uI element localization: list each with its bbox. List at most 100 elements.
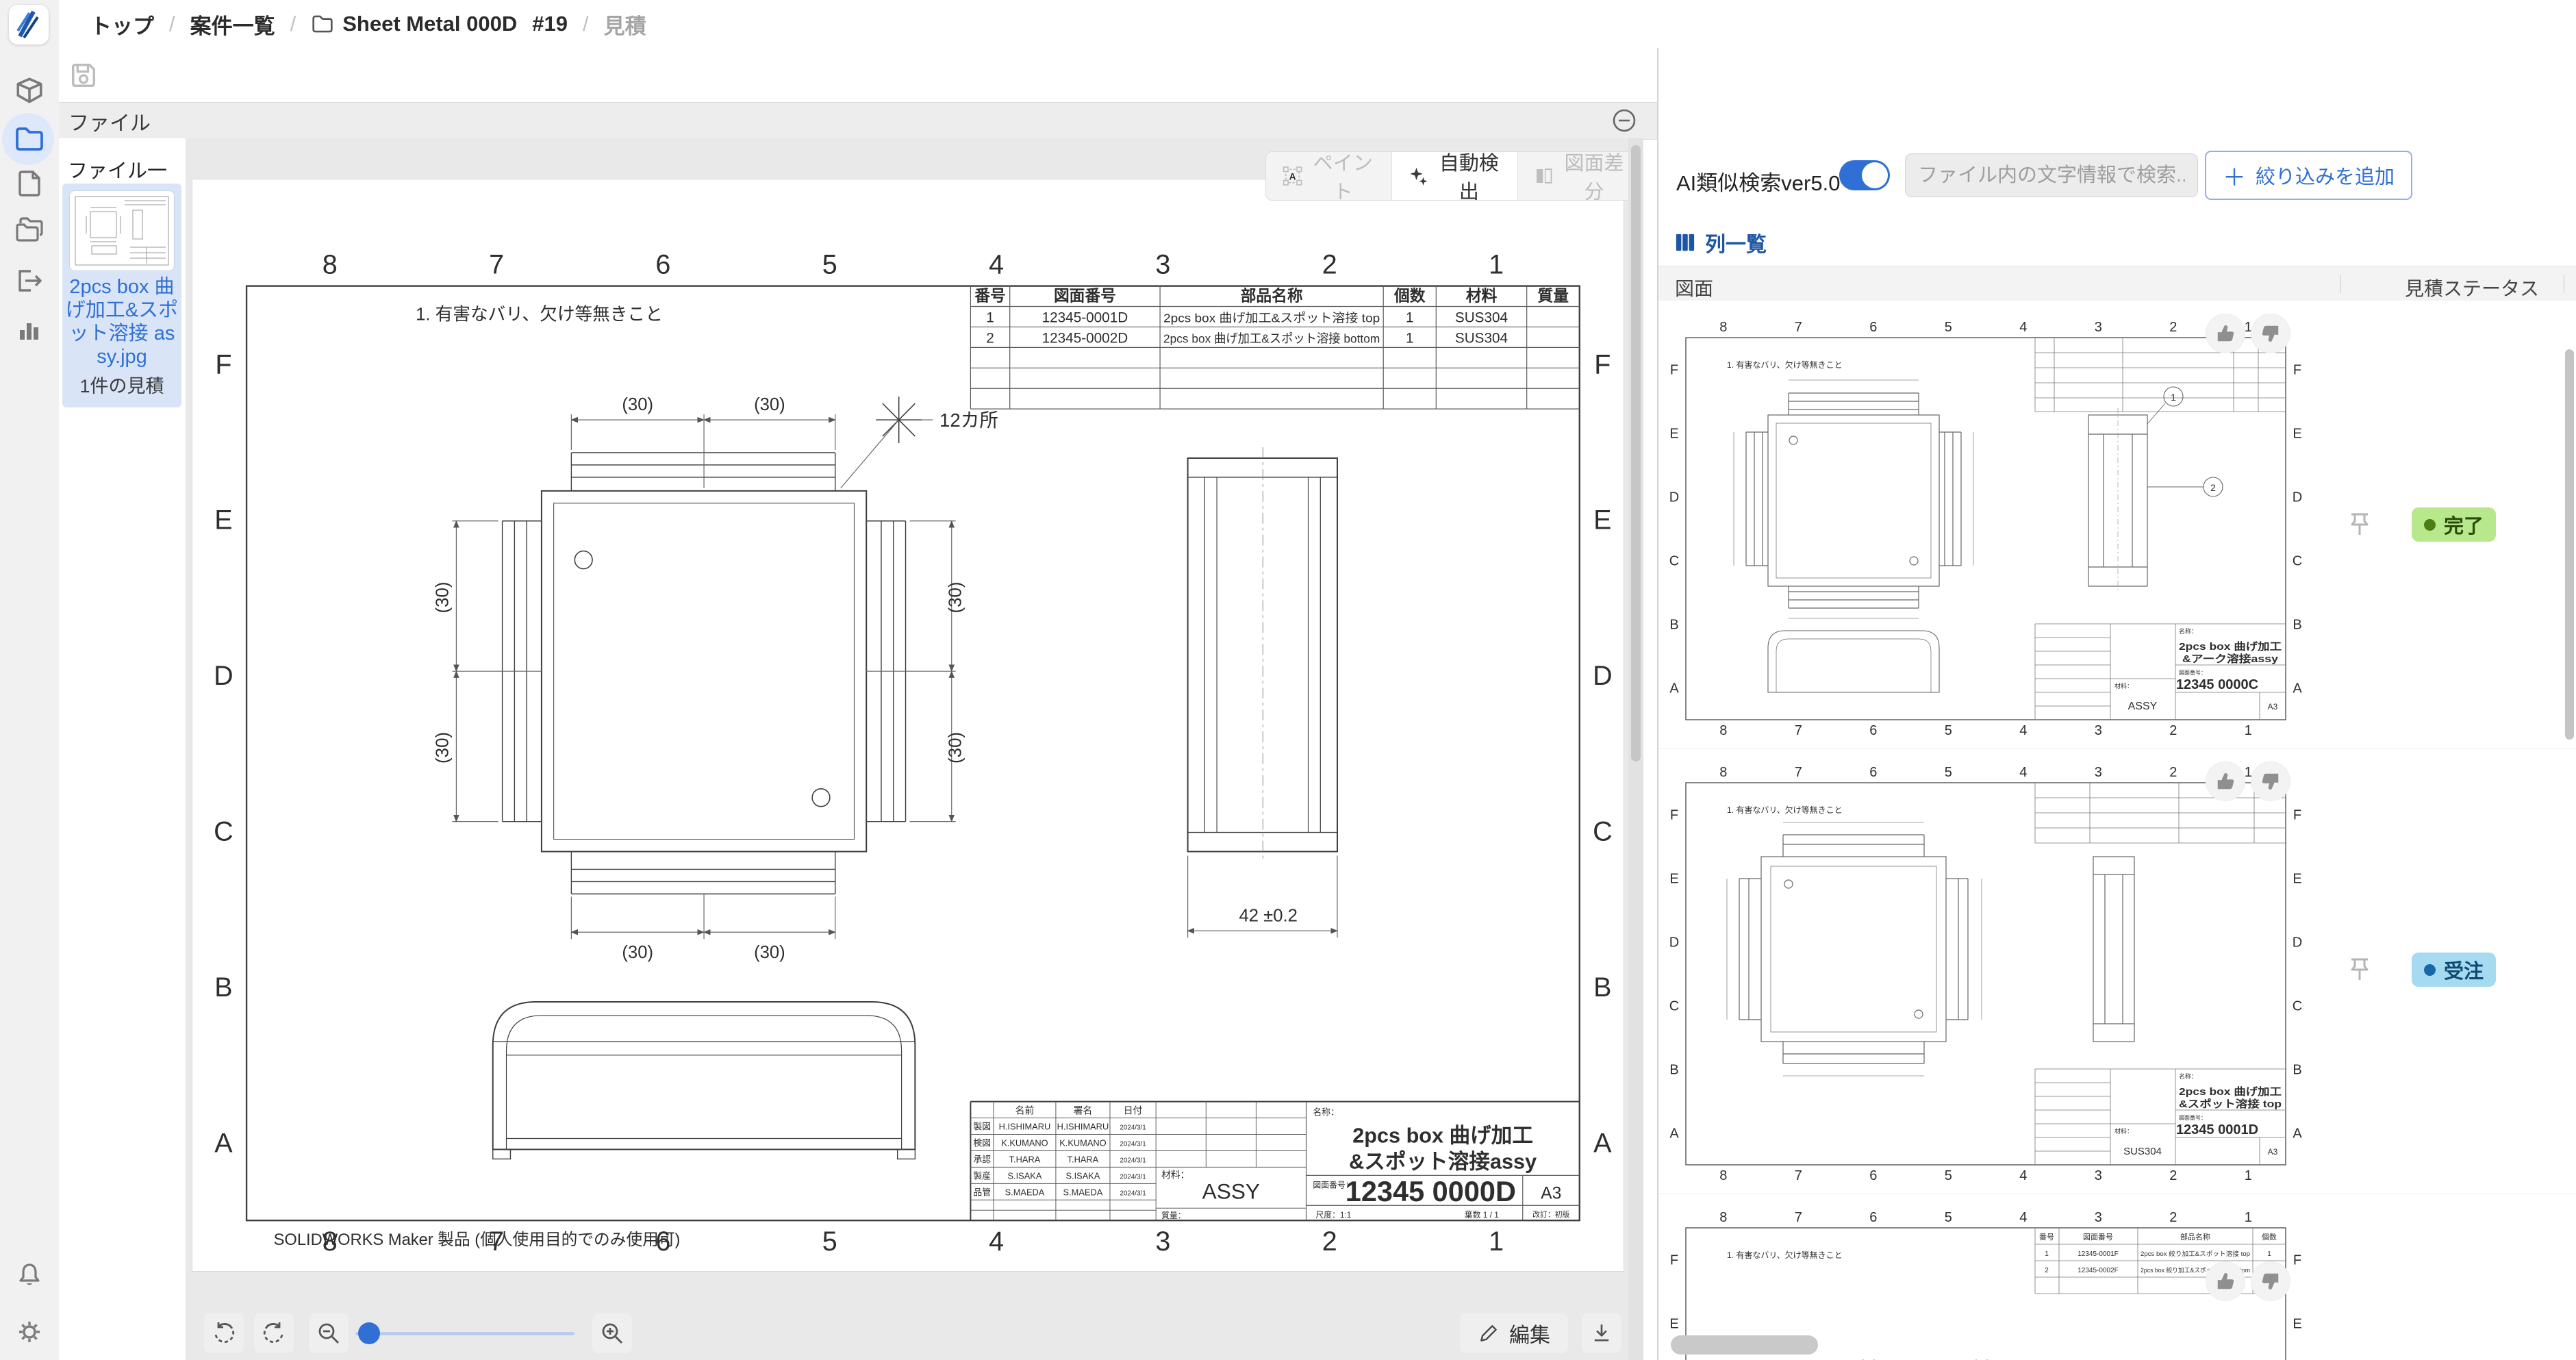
svg-text:A: A	[1593, 1128, 1612, 1158]
svg-text:個数: 個数	[1393, 286, 1426, 304]
svg-text:H.ISHIMARU: H.ISHIMARU	[1057, 1121, 1109, 1131]
file-card-selected[interactable]: 2pcs box 曲げ加工&スポット溶接 assy.jpg 1件の見積	[62, 184, 181, 407]
zoom-slider[interactable]	[355, 1313, 574, 1353]
svg-text:A: A	[214, 1128, 233, 1158]
balloon-callouts: 1 2	[2147, 387, 2223, 496]
svg-text:部品名称: 部品名称	[2180, 1232, 2210, 1242]
result-drawing-thumbnail[interactable]: 8877665544332211FFEEDDCCBBAA 1. 有害なバリ、欠け…	[1665, 754, 2306, 1189]
svg-text:1: 1	[2245, 1168, 2252, 1183]
svg-text:F: F	[1670, 1253, 1678, 1268]
result-drawing-thumbnail[interactable]: 8877665544332211FFEEDDCCBBAA 1. 有害なバリ、欠け…	[1665, 309, 2306, 744]
thumbs-down-button[interactable]	[2251, 1262, 2290, 1300]
thumbs-up-button[interactable]	[2206, 314, 2245, 353]
svg-text:2pcs box 曲げ加工&スポット溶接 bottom: 2pcs box 曲げ加工&スポット溶接 bottom	[1163, 331, 1380, 345]
results-horizontal-scrollbar[interactable]	[1671, 1335, 1818, 1355]
collapse-file-panel-button[interactable]	[1611, 107, 1638, 134]
svg-text:A3: A3	[2268, 702, 2278, 712]
thumbs-down-button[interactable]	[2251, 314, 2290, 353]
thumbs-up-button[interactable]	[2206, 762, 2245, 801]
sidebar-item-documents[interactable]	[11, 165, 48, 202]
settings-button[interactable]	[11, 1313, 48, 1350]
add-filter-button[interactable]: ＋ 絞り込みを追加	[2205, 151, 2412, 200]
drawing-diff-tool-button[interactable]: 図面差分	[1518, 152, 1643, 200]
zoom-slider-thumb[interactable]	[358, 1322, 380, 1344]
zoom-slider-track[interactable]	[355, 1332, 574, 1335]
svg-text:F: F	[1670, 363, 1678, 378]
auto-detect-tool-button[interactable]: 自動検出	[1391, 152, 1518, 200]
result-row[interactable]: 8877665544332211FFEEDDCCBBAA 1. 有害なバリ、欠け…	[1658, 303, 2576, 749]
status-badge: 受注	[2412, 953, 2496, 987]
solidworks-footnote: SOLIDWORKS Maker 製品 (個人使用目的でのみ使用可)	[274, 1231, 681, 1249]
svg-text:2024/3/1: 2024/3/1	[1120, 1157, 1146, 1164]
sidebar-item-files[interactable]	[11, 121, 48, 158]
svg-text:日付: 日付	[1124, 1105, 1143, 1116]
svg-text:E: E	[2293, 427, 2301, 442]
column-drawing[interactable]: 図面	[1675, 274, 1713, 301]
svg-text:A: A	[1669, 1126, 1679, 1142]
magnifier-plus-icon	[600, 1321, 624, 1346]
zoom-out-button[interactable]	[309, 1313, 349, 1353]
ai-search-toggle[interactable]	[1839, 160, 1890, 190]
results-scrollbar[interactable]	[2565, 349, 2574, 740]
results-list: 8877665544332211FFEEDDCCBBAA 1. 有害なバリ、欠け…	[1658, 301, 2576, 1360]
sidebar-item-export[interactable]	[11, 262, 48, 299]
rotate-right-button[interactable]	[254, 1313, 294, 1353]
svg-text:5: 5	[822, 1226, 837, 1257]
folders-icon	[14, 214, 45, 245]
viewer-scrollbar[interactable]	[1628, 138, 1643, 1360]
svg-text:3: 3	[1155, 249, 1170, 279]
breadcrumb-separator: /	[290, 12, 296, 36]
pin-result-button[interactable]	[2342, 954, 2372, 984]
rotate-left-button[interactable]	[204, 1313, 244, 1353]
zoom-in-button[interactable]	[592, 1313, 632, 1353]
svg-text:1. 有害なバリ、欠け等無きこと: 1. 有害なバリ、欠け等無きこと	[1727, 360, 1843, 370]
svg-text:A: A	[2293, 1126, 2302, 1142]
thumbs-up-button[interactable]	[2206, 1262, 2245, 1300]
svg-text:葉数 1 / 1: 葉数 1 / 1	[1465, 1210, 1499, 1220]
download-button[interactable]	[1582, 1313, 1621, 1353]
svg-text:3: 3	[1155, 1226, 1170, 1257]
breadcrumb-cases[interactable]: 案件一覧	[190, 9, 275, 40]
column-separator	[2340, 275, 2341, 293]
svg-text:12345 0001D: 12345 0001D	[2176, 1122, 2258, 1137]
app-logo[interactable]	[9, 5, 49, 45]
svg-text:2pcs box 絞り加工&スポット溶接 top: 2pcs box 絞り加工&スポット溶接 top	[2141, 1250, 2250, 1257]
viewer-scrollbar-thumb[interactable]	[1631, 145, 1641, 761]
column-status[interactable]: 見積ステータス	[2405, 274, 2539, 301]
edit-button[interactable]: 編集	[1460, 1313, 1568, 1353]
notifications-button[interactable]	[11, 1257, 48, 1294]
status-badge: 完了	[2412, 507, 2496, 542]
sidebar-item-3d-model[interactable]	[11, 72, 48, 109]
result-row[interactable]: 8877665544332211FFEEDDCCBBAA 1. 有害なバリ、欠け…	[1658, 748, 2576, 1194]
svg-text:C: C	[2293, 999, 2302, 1014]
mini-parts-table	[2035, 783, 2286, 843]
svg-text:12345-0002D: 12345-0002D	[1042, 330, 1128, 346]
svg-text:E: E	[1593, 505, 1611, 536]
svg-text:1: 1	[2245, 765, 2252, 780]
thumbs-down-button[interactable]	[2251, 762, 2290, 801]
svg-text:質量: 質量	[1538, 286, 1569, 304]
save-icon	[67, 59, 100, 92]
svg-text:B: B	[1669, 618, 1678, 633]
svg-text:T.HARA: T.HARA	[1009, 1154, 1041, 1164]
column-list-button[interactable]: 列一覧	[1675, 227, 1767, 257]
save-button[interactable]	[67, 59, 100, 92]
text-search-input[interactable]	[1905, 153, 2198, 197]
sidebar-item-analytics[interactable]	[11, 312, 48, 349]
pushpin-icon	[2346, 510, 2373, 538]
drawing-sheet[interactable]: 8877665544332211FFEEDDCCBBAA 1. 有害なバリ、欠け…	[192, 179, 1624, 1271]
svg-text:3: 3	[2095, 765, 2102, 780]
svg-text:(30): (30)	[754, 395, 785, 414]
svg-text:名称：: 名称：	[2179, 627, 2197, 635]
download-icon	[1590, 1322, 1613, 1345]
breadcrumb-project[interactable]: Sheet Metal 000D	[311, 12, 517, 36]
svg-text:B: B	[1669, 1063, 1678, 1078]
breadcrumb-home[interactable]: トップ	[90, 9, 154, 40]
search-row: AI類似検索ver5.0 ＋ 絞り込みを追加	[1658, 138, 2576, 219]
svg-text:E: E	[2293, 1317, 2301, 1332]
sidebar-item-projects[interactable]	[11, 211, 48, 248]
paint-tool-button[interactable]: A ペイント	[1266, 152, 1391, 200]
pin-result-button[interactable]	[2342, 509, 2372, 539]
svg-text:2: 2	[2169, 723, 2177, 738]
svg-text:図面番号：: 図面番号：	[2179, 1114, 2206, 1121]
